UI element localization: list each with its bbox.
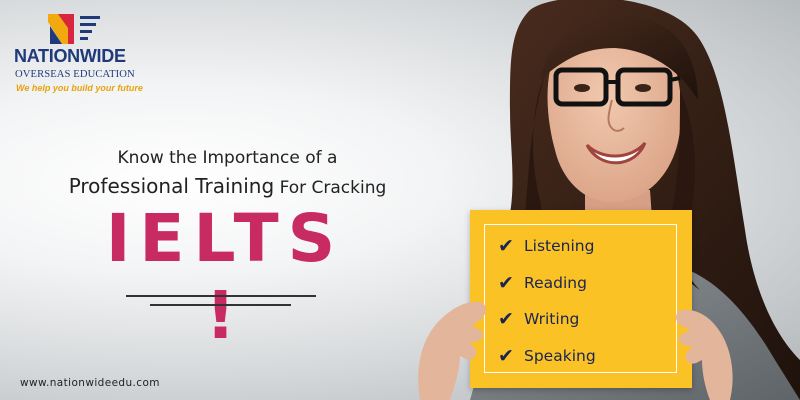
skill-label: Writing (524, 310, 580, 328)
left-hand-illustration (418, 301, 486, 400)
headline-line-2: Professional Training For Cracking (0, 174, 455, 198)
divider-line (126, 295, 316, 297)
logo-mark-icon (48, 14, 100, 44)
headline-line-2-part-2: For Cracking (279, 178, 387, 198)
headline-line-2-part-1: Professional Training (68, 174, 275, 198)
skill-label: Speaking (524, 347, 596, 365)
skill-label: Listening (524, 237, 595, 255)
check-icon: ✔ (498, 272, 514, 294)
ielts-promo-banner: NATIONWIDE OVERSEAS EDUCATION We help yo… (0, 0, 800, 400)
brand-tagline: We help you build your future (16, 83, 143, 93)
nationwide-logo: NATIONWIDE OVERSEAS EDUCATION We help yo… (14, 14, 149, 94)
check-icon: ✔ (498, 345, 514, 367)
divider-line-short (150, 304, 291, 306)
brand-name: NATIONWIDE (14, 46, 126, 66)
check-icon: ✔ (498, 308, 514, 330)
ielts-title: IELTS ! (105, 200, 345, 354)
skill-item-listening: ✔ Listening (498, 233, 594, 259)
skill-item-speaking: ✔ Speaking (498, 343, 596, 369)
website-url: www.nationwideedu.com (20, 377, 160, 389)
skills-card: ✔ Listening ✔ Reading ✔ Writing ✔ Speaki… (470, 210, 692, 388)
check-icon: ✔ (498, 235, 514, 257)
skill-item-writing: ✔ Writing (498, 306, 579, 332)
skill-label: Reading (524, 274, 587, 292)
headline-line-1: Know the Importance of a (117, 148, 338, 168)
skill-item-reading: ✔ Reading (498, 270, 587, 296)
right-hand-illustration (676, 309, 733, 400)
brand-subtitle: OVERSEAS EDUCATION (15, 69, 135, 80)
